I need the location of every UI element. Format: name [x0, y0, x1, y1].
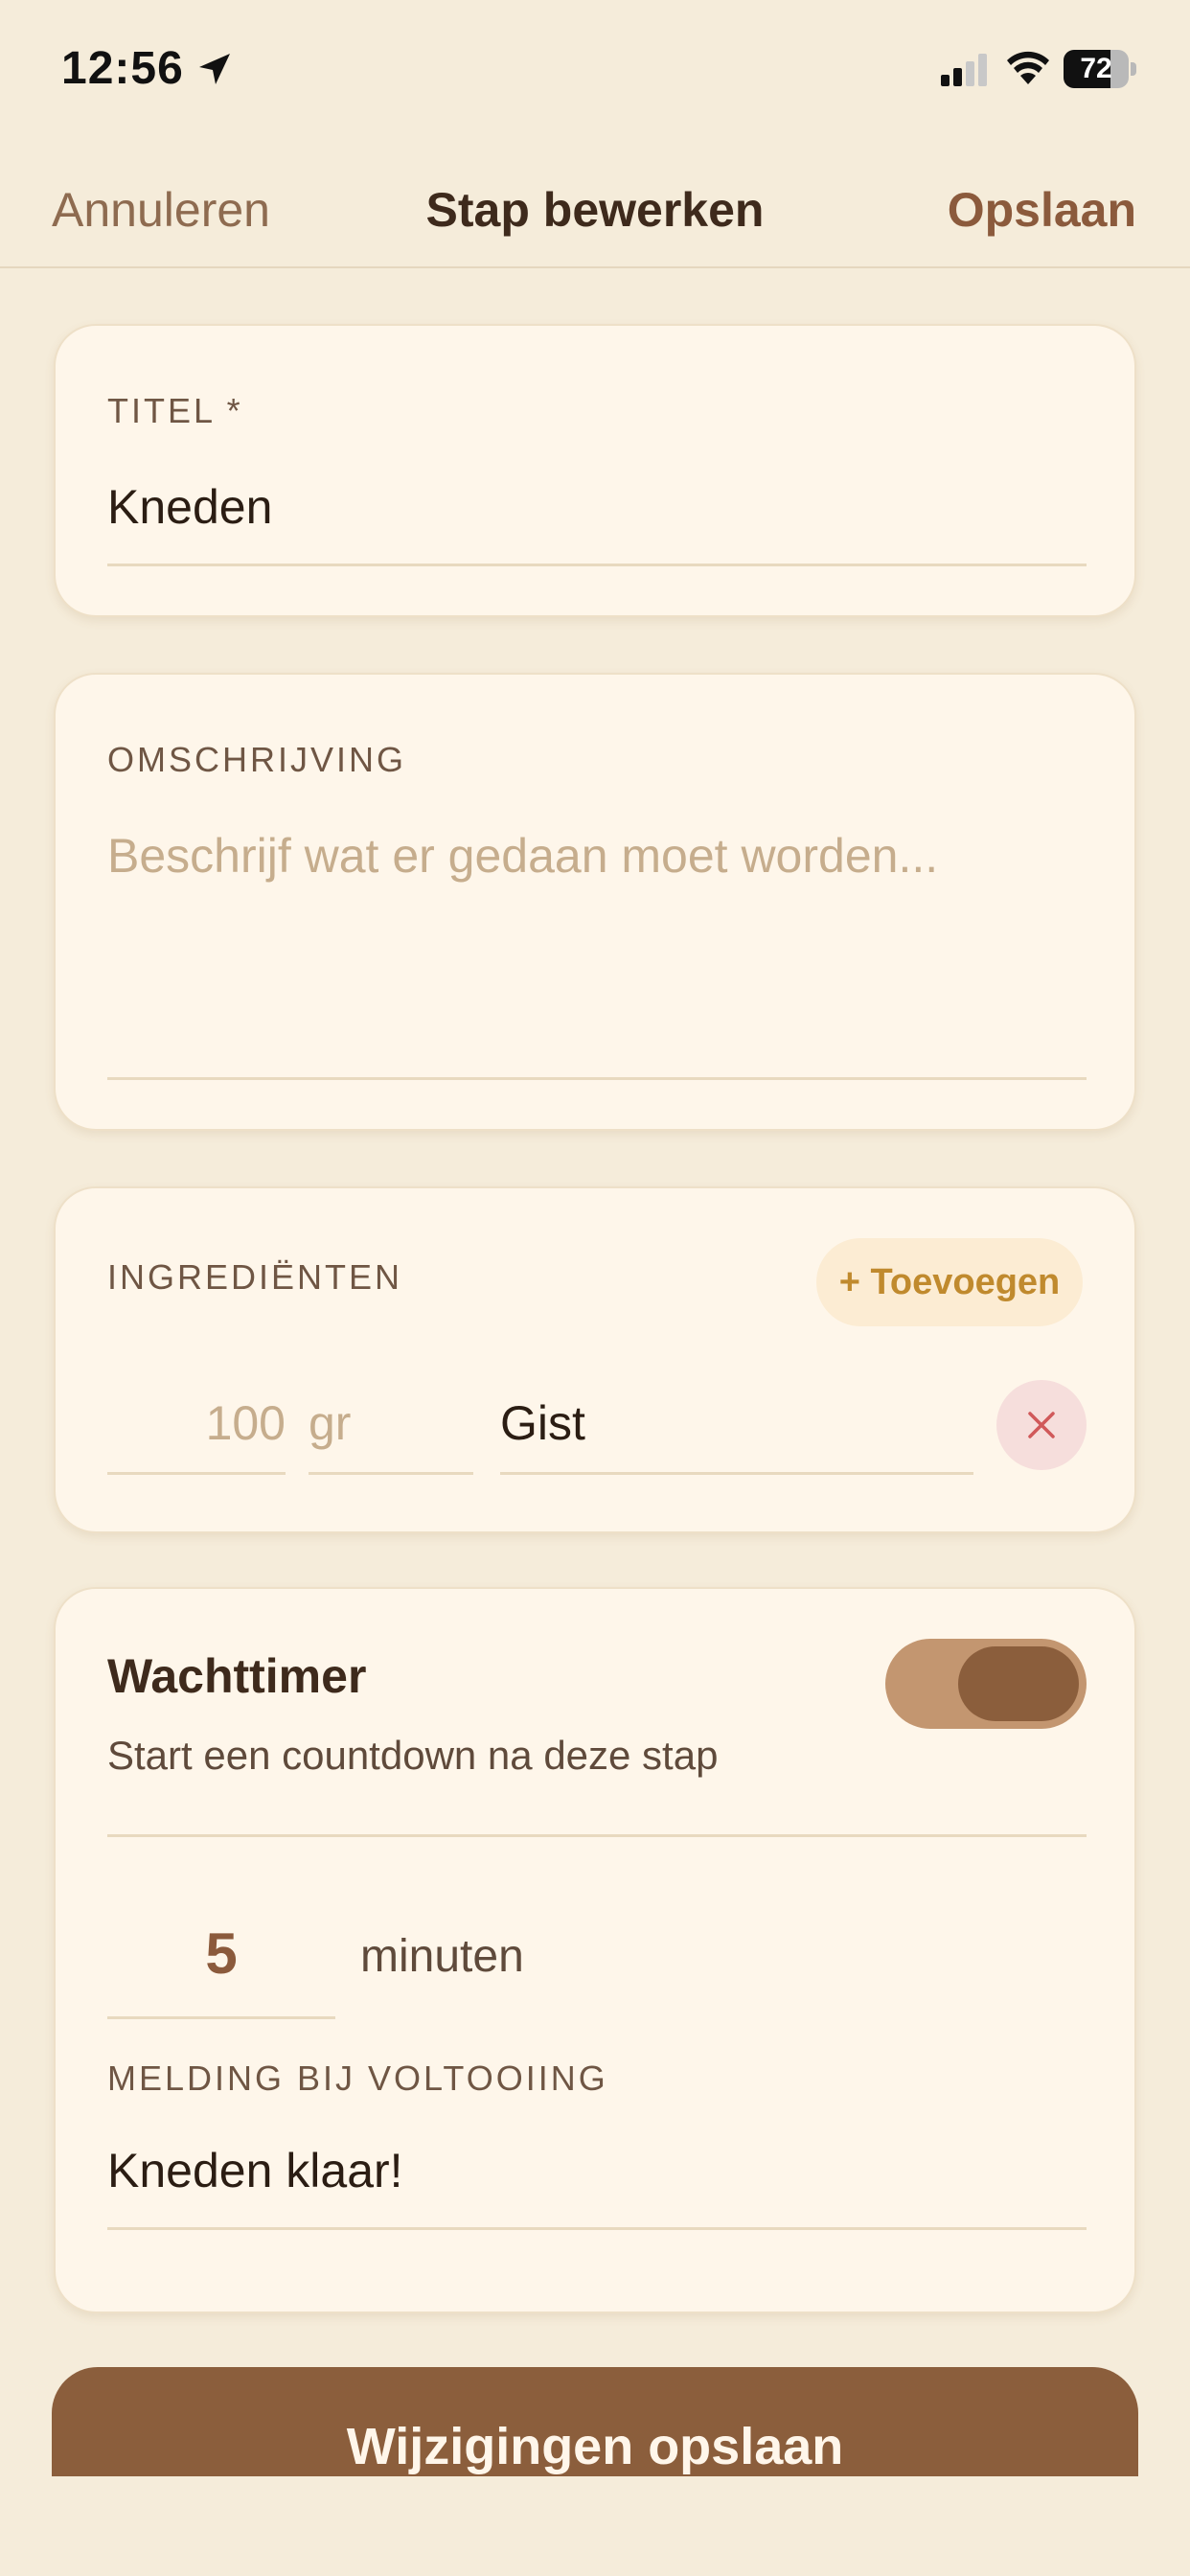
ingredients-card: INGREDIËNTEN + Toevoegen 100 gr Gist	[54, 1186, 1136, 1533]
ingredient-unit-input[interactable]: gr	[309, 1395, 351, 1451]
description-label: OMSCHRIJVING	[107, 740, 407, 779]
title-card: TITEL * Kneden	[54, 324, 1136, 617]
title-input[interactable]: Kneden	[107, 479, 272, 535]
description-card: OMSCHRIJVING Beschrijf wat er gedaan moe…	[54, 673, 1136, 1131]
close-icon	[1028, 1412, 1055, 1438]
minutes-underline	[107, 2016, 335, 2019]
save-changes-label: Wijzigingen opslaan	[346, 2418, 844, 2475]
ingredient-name-input[interactable]: Gist	[500, 1395, 585, 1451]
notification-label: MELDING BIJ VOLTOOIING	[107, 2058, 608, 2098]
description-textarea[interactable]: Beschrijf wat er gedaan moet worden...	[107, 828, 938, 884]
timer-divider	[107, 1834, 1087, 1837]
status-bar: 12:56 72	[0, 0, 1190, 144]
title-input-underline	[107, 564, 1087, 566]
timer-title: Wachttimer	[107, 1649, 367, 1703]
minutes-input[interactable]: 5	[107, 1920, 335, 1987]
save-button[interactable]: Opslaan	[948, 182, 1136, 238]
signal-icon	[941, 54, 987, 86]
title-label: TITEL *	[107, 391, 243, 430]
description-underline	[107, 1077, 1087, 1080]
location-arrow-icon	[199, 54, 230, 84]
name-underline	[500, 1472, 973, 1475]
status-time: 12:56	[61, 43, 184, 94]
navigation-bar: Annuleren Stap bewerken Opslaan	[0, 144, 1190, 268]
battery-percentage: 72	[1080, 53, 1112, 84]
add-ingredient-button[interactable]: + Toevoegen	[816, 1238, 1083, 1326]
remove-ingredient-button[interactable]	[996, 1380, 1087, 1470]
minutes-unit-label: minuten	[360, 1931, 524, 1982]
timer-toggle[interactable]	[885, 1639, 1087, 1729]
bottom-area	[0, 2476, 1190, 2576]
unit-underline	[309, 1472, 473, 1475]
timer-subtitle: Start een countdown na deze stap	[107, 1733, 719, 1778]
amount-underline	[107, 1472, 286, 1475]
battery-icon: 72	[1064, 50, 1136, 88]
timer-card: Wachttimer Start een countdown na deze s…	[54, 1587, 1136, 2313]
ingredient-amount-input[interactable]: 100	[107, 1395, 286, 1451]
notification-input[interactable]: Kneden klaar!	[107, 2143, 403, 2198]
notification-underline	[107, 2227, 1087, 2230]
ingredients-label: INGREDIËNTEN	[107, 1257, 403, 1297]
wifi-icon	[1007, 51, 1049, 84]
toggle-knob	[958, 1646, 1079, 1721]
edit-step-screen: 12:56 72 Annuleren Stap bewerken Opslaan	[0, 0, 1190, 2576]
